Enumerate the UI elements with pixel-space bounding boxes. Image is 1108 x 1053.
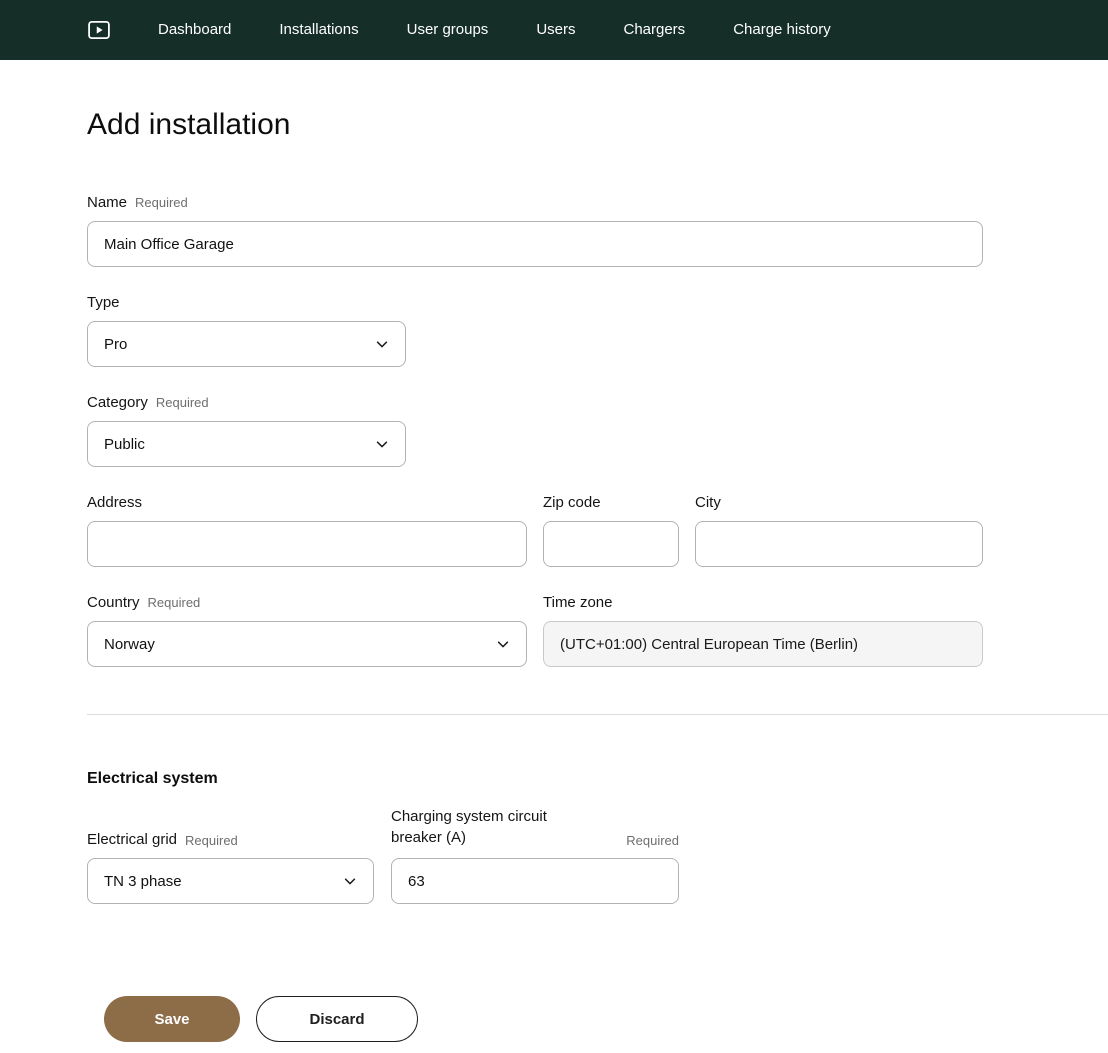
category-label: Category: [87, 394, 148, 411]
form-actions: Save Discard: [104, 996, 1108, 1042]
electrical-row: Electrical grid Required TN 3 phase Char…: [87, 806, 1108, 904]
timezone-input: [543, 621, 983, 667]
discard-button[interactable]: Discard: [256, 996, 418, 1042]
type-field-group: Type Pro: [87, 294, 983, 367]
nav-item-installations[interactable]: Installations: [279, 0, 358, 60]
breaker-input[interactable]: [391, 858, 679, 904]
country-field-group: Country Required Norway: [87, 594, 527, 667]
country-required-tag: Required: [148, 595, 201, 610]
name-label: Name: [87, 194, 127, 211]
city-field-group: City: [695, 494, 983, 567]
timezone-field-group: Time zone: [543, 594, 983, 667]
top-navigation: Dashboard Installations User groups User…: [0, 0, 1108, 60]
zip-input[interactable]: [543, 521, 679, 567]
category-select[interactable]: Public: [87, 421, 406, 467]
type-select-value: Pro: [104, 336, 127, 353]
page-title: Add installation: [87, 108, 1108, 142]
nav-item-charge-history[interactable]: Charge history: [733, 0, 831, 60]
nav-item-user-groups[interactable]: User groups: [407, 0, 489, 60]
main-content: Add installation Name Required Type Pro: [0, 108, 1108, 1042]
address-input[interactable]: [87, 521, 527, 567]
grid-select-value: TN 3 phase: [104, 873, 182, 890]
grid-select[interactable]: TN 3 phase: [87, 858, 374, 904]
grid-label: Electrical grid: [87, 831, 177, 848]
category-required-tag: Required: [156, 395, 209, 410]
zip-field-group: Zip code: [543, 494, 679, 567]
country-select-value: Norway: [104, 636, 155, 653]
chevron-down-icon: [375, 437, 389, 451]
name-field-group: Name Required: [87, 194, 983, 267]
country-select[interactable]: Norway: [87, 621, 527, 667]
name-required-tag: Required: [135, 195, 188, 210]
chevron-down-icon: [343, 874, 357, 888]
chevron-down-icon: [496, 637, 510, 651]
section-divider: [87, 714, 1108, 715]
city-label: City: [695, 494, 721, 511]
country-row: Country Required Norway Time zone: [87, 594, 983, 667]
address-label: Address: [87, 494, 142, 511]
chevron-down-icon: [375, 337, 389, 351]
country-label: Country: [87, 594, 140, 611]
timezone-label: Time zone: [543, 594, 612, 611]
type-label: Type: [87, 294, 120, 311]
grid-required-tag: Required: [185, 833, 238, 848]
breaker-label: Charging system circuit breaker (A): [391, 806, 591, 848]
address-row: Address Zip code City: [87, 494, 983, 567]
add-installation-form: Name Required Type Pro Category Required: [87, 194, 983, 667]
save-button[interactable]: Save: [104, 996, 240, 1042]
breaker-required-tag: Required: [626, 833, 679, 848]
electrical-system-heading: Electrical system: [87, 770, 1108, 788]
nav-item-dashboard[interactable]: Dashboard: [158, 0, 231, 60]
nav-item-users[interactable]: Users: [536, 0, 575, 60]
app-logo-icon[interactable]: [88, 21, 110, 39]
address-field-group: Address: [87, 494, 527, 567]
breaker-field-group: Charging system circuit breaker (A) Requ…: [391, 806, 679, 904]
name-input[interactable]: [87, 221, 983, 267]
category-select-value: Public: [104, 436, 145, 453]
city-input[interactable]: [695, 521, 983, 567]
category-field-group: Category Required Public: [87, 394, 983, 467]
zip-label: Zip code: [543, 494, 601, 511]
nav-item-chargers[interactable]: Chargers: [623, 0, 685, 60]
type-select[interactable]: Pro: [87, 321, 406, 367]
grid-field-group: Electrical grid Required TN 3 phase: [87, 831, 374, 904]
